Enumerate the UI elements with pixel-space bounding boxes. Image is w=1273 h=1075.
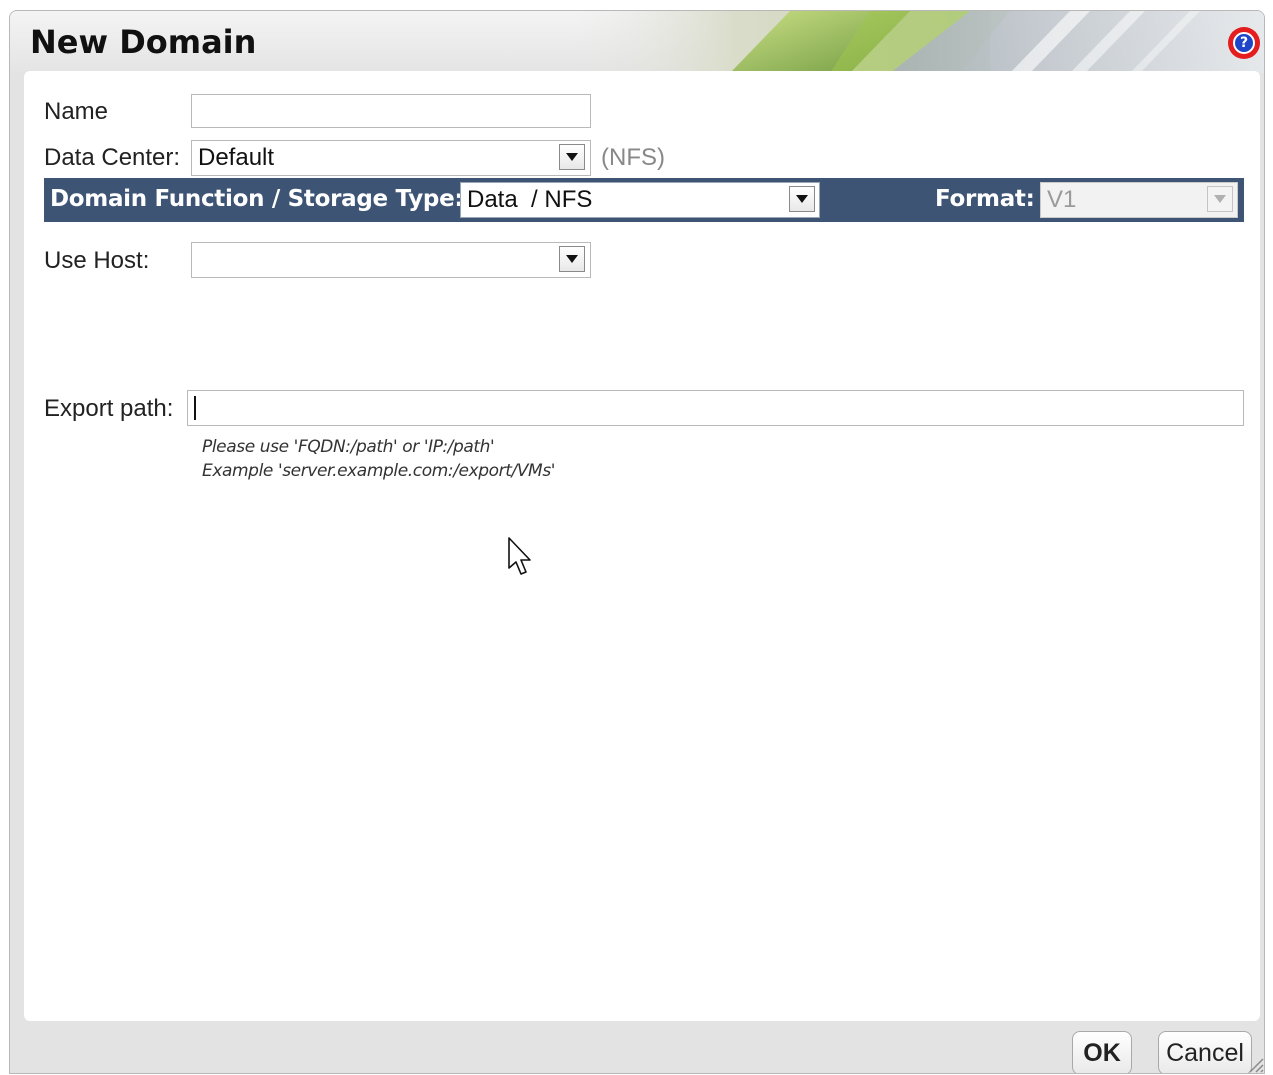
mouse-pointer-icon [508,537,531,575]
ok-button[interactable]: OK [1072,1031,1132,1073]
format-label: Format: [935,186,1035,212]
chevron-down-icon[interactable] [559,144,585,170]
export-path-label: Export path: [44,395,174,422]
name-input[interactable] [191,94,591,128]
dialog-title: New Domain [30,23,257,61]
export-path-hint-2: Example 'server.example.com:/export/VMs' [202,461,556,481]
chevron-down-icon[interactable] [559,246,585,272]
export-path-input[interactable] [187,390,1244,426]
domain-function-band: Domain Function / Storage Type: Data / N… [44,178,1244,222]
format-select: V1 [1040,182,1238,218]
resize-grip-icon[interactable] [1248,1057,1264,1073]
data-center-value: Default [198,144,275,171]
data-center-select[interactable]: Default [191,140,591,176]
format-value: V1 [1047,186,1077,213]
text-caret [194,396,196,420]
dialog-titlebar[interactable]: New Domain ? [10,11,1264,73]
question-icon: ? [1233,32,1255,54]
data-center-label: Data Center: [44,144,181,171]
data-center-note: (NFS) [601,144,665,171]
domain-function-label: Domain Function / Storage Type: [50,186,464,212]
export-path-hint-1: Please use 'FQDN:/path' or 'IP:/path' [202,437,495,457]
new-domain-dialog: New Domain ? Name Data Center: Default (… [9,10,1265,1074]
help-button[interactable]: ? [1228,27,1260,59]
use-host-label: Use Host: [44,247,150,274]
domain-function-value: Data / NFS [467,186,593,213]
chevron-down-icon [1207,186,1233,212]
cancel-button[interactable]: Cancel [1158,1031,1252,1073]
domain-function-select[interactable]: Data / NFS [460,182,820,218]
chevron-down-icon[interactable] [789,186,815,212]
name-label: Name [44,98,109,125]
use-host-select[interactable] [191,242,591,278]
